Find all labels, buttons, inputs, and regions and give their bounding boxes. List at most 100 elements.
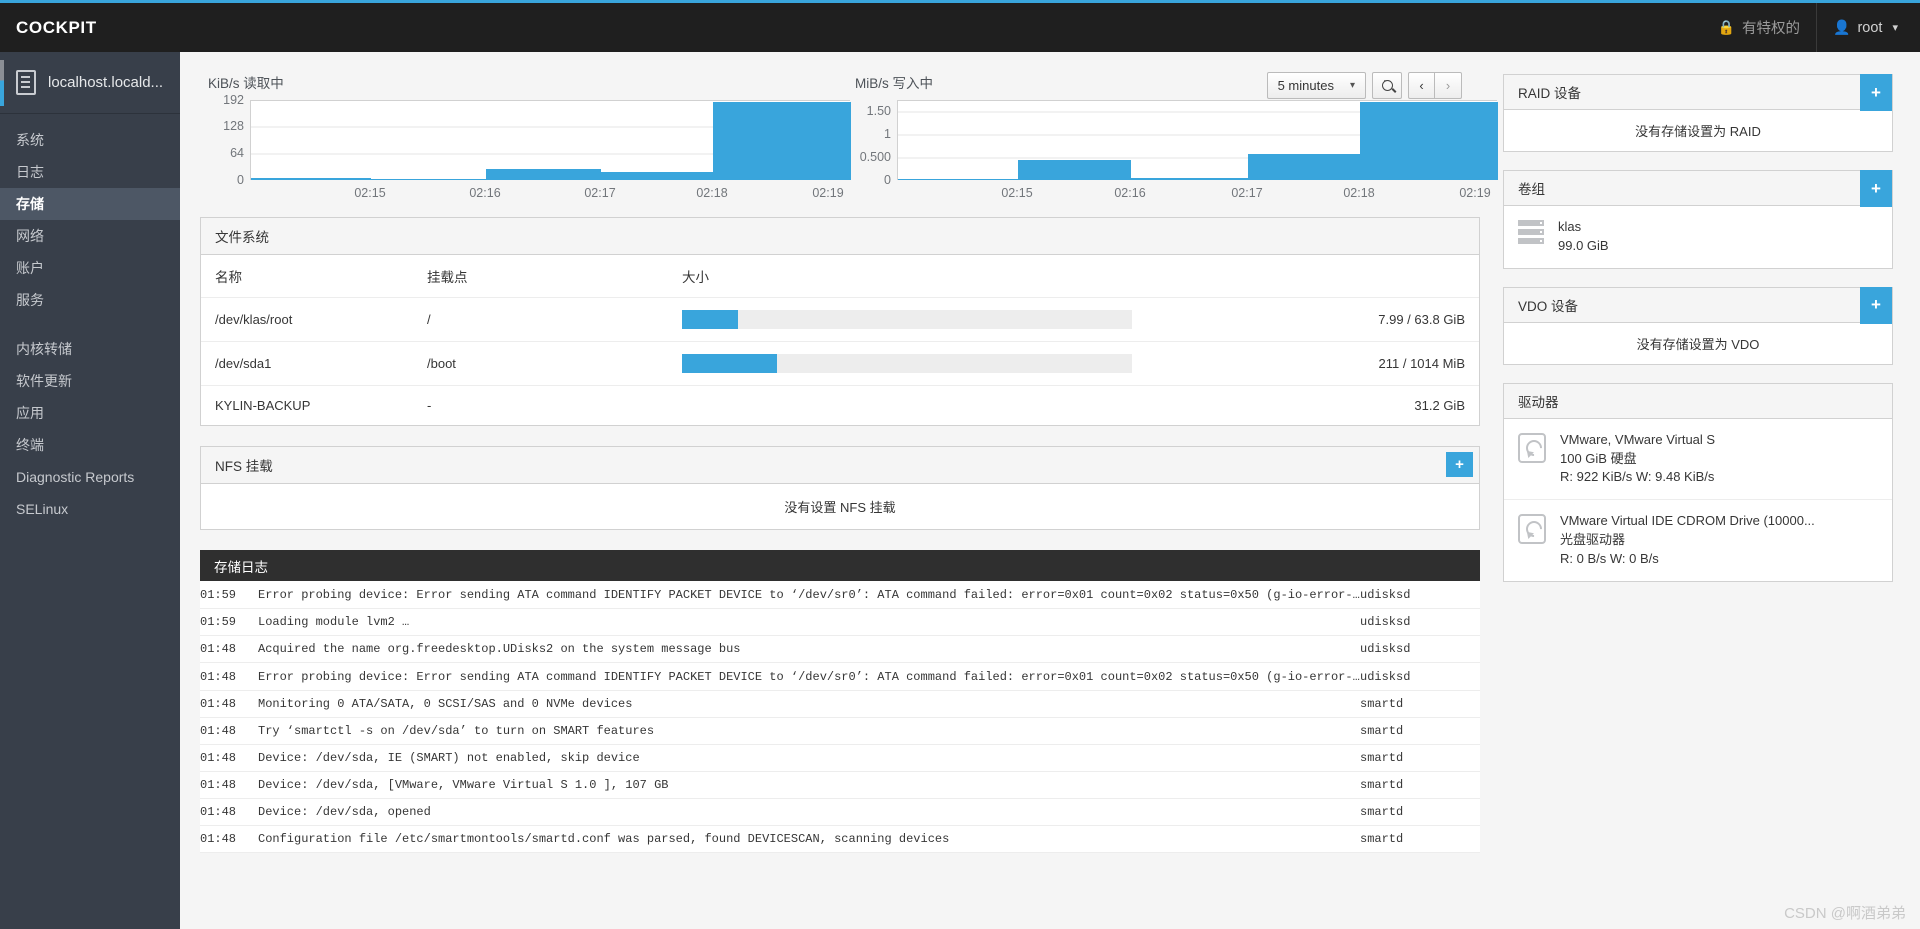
write-xtick-0: 02:15 bbox=[1001, 186, 1033, 200]
log-message: Device: /dev/sda, [VMware, VMware Virtua… bbox=[258, 771, 1360, 799]
list-item[interactable]: 01:48 Device: /dev/sda, IE (SMART) not e… bbox=[200, 744, 1480, 772]
list-item[interactable]: 01:48 Monitoring 0 ATA/SATA, 0 SCSI/SAS … bbox=[200, 690, 1480, 718]
fs-mount: - bbox=[427, 398, 432, 413]
list-item[interactable]: 01:59 Loading module lvm2 … udisksd bbox=[200, 608, 1480, 636]
add-nfs-mount-button[interactable]: + bbox=[1446, 452, 1473, 477]
list-item[interactable]: VMware, VMware Virtual S 100 GiB 硬盘 R: 9… bbox=[1504, 419, 1892, 500]
watermark: CSDN @啊酒弟弟 bbox=[1784, 905, 1906, 922]
table-row[interactable]: /dev/sda1 /boot 211 / 1014 MiB bbox=[201, 341, 1479, 386]
lock-icon: 🔒 bbox=[1717, 19, 1736, 35]
read-chart-yaxis: 192 128 64 0 bbox=[208, 93, 244, 187]
host-selector[interactable]: localhost.locald... bbox=[0, 52, 180, 114]
read-chart-block: KiB/s 读取中 192 128 64 0 02:15 02:16 02:17… bbox=[208, 72, 851, 200]
chevron-down-icon: ▾ bbox=[1349, 80, 1355, 91]
log-service: udisksd bbox=[1360, 662, 1480, 691]
list-item[interactable]: 01:48 Device: /dev/sda, [VMware, VMware … bbox=[200, 771, 1480, 799]
add-raid-button[interactable]: + bbox=[1860, 74, 1892, 111]
log-time: 01:48 bbox=[200, 744, 258, 772]
sidebar-item-updates[interactable]: 软件更新 bbox=[0, 365, 180, 397]
sidebar-item-terminal[interactable]: 终端 bbox=[0, 429, 180, 461]
usage-bar-track bbox=[682, 354, 1132, 373]
log-message: Loading module lvm2 … bbox=[258, 608, 1360, 636]
sidebar-item-storage[interactable]: 存储 bbox=[0, 188, 180, 220]
hard-disk-icon bbox=[1518, 432, 1546, 463]
log-time: 01:48 bbox=[200, 798, 258, 826]
drives-panel: 驱动器 VMware, VMware Virtual S 100 GiB 硬盘 … bbox=[1503, 382, 1893, 582]
read-xtick-4: 02:19 bbox=[812, 186, 844, 200]
log-time: 01:59 bbox=[200, 608, 258, 636]
log-time: 01:48 bbox=[200, 771, 258, 799]
volume-groups-title: 卷组 bbox=[1518, 182, 1545, 197]
sidebar-item-applications[interactable]: 应用 bbox=[0, 397, 180, 429]
sidebar-item-selinux[interactable]: SELinux bbox=[0, 493, 180, 525]
filesystems-table: 名称 挂载点 大小 /dev/klas/root / 7.99 / 63.8 G… bbox=[201, 255, 1479, 425]
privileged-indicator[interactable]: 🔒 有特权的 bbox=[1702, 3, 1816, 52]
drive-io-rate: R: 922 KiB/s W: 9.48 KiB/s bbox=[1560, 469, 1715, 485]
table-row[interactable]: /dev/klas/root / 7.99 / 63.8 GiB bbox=[201, 297, 1479, 342]
list-item[interactable]: klas 99.0 GiB bbox=[1504, 206, 1892, 268]
volume-group-info: klas 99.0 GiB bbox=[1558, 218, 1609, 256]
write-xtick-4: 02:19 bbox=[1459, 186, 1491, 200]
list-item[interactable]: 01:48 Try ‘smartctl -s on /dev/sda’ to t… bbox=[200, 717, 1480, 745]
sidebar-item-accounts[interactable]: 账户 bbox=[0, 252, 180, 284]
fs-mount: /boot bbox=[413, 341, 668, 386]
filesystems-panel: 文件系统 名称 挂载点 大小 /dev/klas/root / 7.99 / 6… bbox=[200, 217, 1480, 426]
list-item[interactable]: 01:59 Error probing device: Error sendin… bbox=[200, 581, 1480, 609]
add-volume-group-button[interactable]: + bbox=[1860, 170, 1892, 207]
drives-title: 驱动器 bbox=[1504, 383, 1892, 419]
write-xtick-2: 02:17 bbox=[1231, 186, 1263, 200]
log-service: smartd bbox=[1360, 798, 1480, 826]
read-chart-xaxis: 02:15 02:16 02:17 02:18 02:19 bbox=[250, 186, 850, 204]
time-range-select[interactable]: 5 minutes ▾ bbox=[1266, 72, 1366, 99]
drives-list: VMware, VMware Virtual S 100 GiB 硬盘 R: 9… bbox=[1504, 419, 1892, 581]
read-ytick-2: 64 bbox=[230, 146, 244, 160]
storage-right-column: RAID 设备 + 没有存储设置为 RAID 卷组 + klas 99.0 Gi… bbox=[1503, 74, 1893, 600]
sidebar-item-diagnostic-reports[interactable]: Diagnostic Reports bbox=[0, 461, 180, 493]
log-service: smartd bbox=[1360, 744, 1480, 772]
sidebar-item-services[interactable]: 服务 bbox=[0, 284, 180, 316]
user-menu-label: root bbox=[1857, 19, 1883, 36]
nfs-mounts-header: NFS 挂载 + bbox=[201, 447, 1479, 484]
log-service: udisksd bbox=[1360, 608, 1480, 636]
read-ytick-3: 0 bbox=[237, 173, 244, 187]
read-xtick-2: 02:17 bbox=[584, 186, 616, 200]
list-item[interactable]: 01:48 Configuration file /etc/smartmonto… bbox=[200, 825, 1480, 853]
sidebar-item-network[interactable]: 网络 bbox=[0, 220, 180, 252]
storage-center-column: KiB/s 读取中 192 128 64 0 02:15 02:16 02:17… bbox=[200, 52, 1498, 853]
volume-group-name: klas bbox=[1558, 219, 1582, 234]
drive-info: VMware, VMware Virtual S 100 GiB 硬盘 R: 9… bbox=[1560, 431, 1715, 488]
fs-usage-text: 31.2 GiB bbox=[1414, 398, 1465, 413]
log-service: udisksd bbox=[1360, 635, 1480, 663]
nfs-mounts-empty: 没有设置 NFS 挂载 bbox=[784, 500, 896, 515]
next-range-button[interactable]: › bbox=[1435, 72, 1462, 99]
user-menu[interactable]: 👤 root ▾ bbox=[1816, 3, 1920, 52]
log-time: 01:48 bbox=[200, 635, 258, 663]
drive-io-rate: R: 0 B/s W: 0 B/s bbox=[1560, 550, 1659, 566]
table-row[interactable]: KYLIN-BACKUP - 31.2 GiB bbox=[201, 386, 1479, 426]
zoom-out-button[interactable] bbox=[1372, 72, 1402, 99]
log-service: udisksd bbox=[1360, 581, 1480, 609]
sidebar-item-logs[interactable]: 日志 bbox=[0, 156, 180, 188]
add-vdo-button[interactable]: + bbox=[1860, 286, 1892, 324]
sidebar-item-kdump[interactable]: 内核转储 bbox=[0, 333, 180, 365]
filesystems-header-row: 名称 挂载点 大小 bbox=[201, 255, 1479, 298]
chevron-down-icon: ▾ bbox=[1892, 22, 1898, 34]
sidebar-item-system[interactable]: 系统 bbox=[0, 124, 180, 156]
server-icon bbox=[16, 70, 36, 95]
user-icon: 👤 bbox=[1833, 19, 1851, 35]
fs-usage-text: 7.99 / 63.8 GiB bbox=[1279, 297, 1479, 342]
vdo-devices-header: VDO 设备 + bbox=[1504, 286, 1892, 324]
storage-log-panel: 存储日志 01:59 Error probing device: Error s… bbox=[200, 550, 1480, 853]
io-charts: KiB/s 读取中 192 128 64 0 02:15 02:16 02:17… bbox=[200, 52, 1498, 217]
read-ytick-1: 128 bbox=[223, 119, 244, 133]
time-range-controls: 5 minutes ▾ ‹ › bbox=[1266, 72, 1462, 99]
list-item[interactable]: 01:48 Error probing device: Error sendin… bbox=[200, 662, 1480, 691]
previous-range-button[interactable]: ‹ bbox=[1408, 72, 1435, 99]
list-item[interactable]: 01:48 Device: /dev/sda, opened smartd bbox=[200, 798, 1480, 826]
write-xtick-3: 02:18 bbox=[1343, 186, 1375, 200]
log-message: Monitoring 0 ATA/SATA, 0 SCSI/SAS and 0 … bbox=[258, 690, 1360, 718]
list-item[interactable]: 01:48 Acquired the name org.freedesktop.… bbox=[200, 635, 1480, 663]
plus-icon: + bbox=[1455, 456, 1464, 473]
list-item[interactable]: VMware Virtual IDE CDROM Drive (10000...… bbox=[1504, 499, 1892, 581]
top-bar: COCKPIT 🔒 有特权的 👤 root ▾ bbox=[0, 0, 1920, 52]
